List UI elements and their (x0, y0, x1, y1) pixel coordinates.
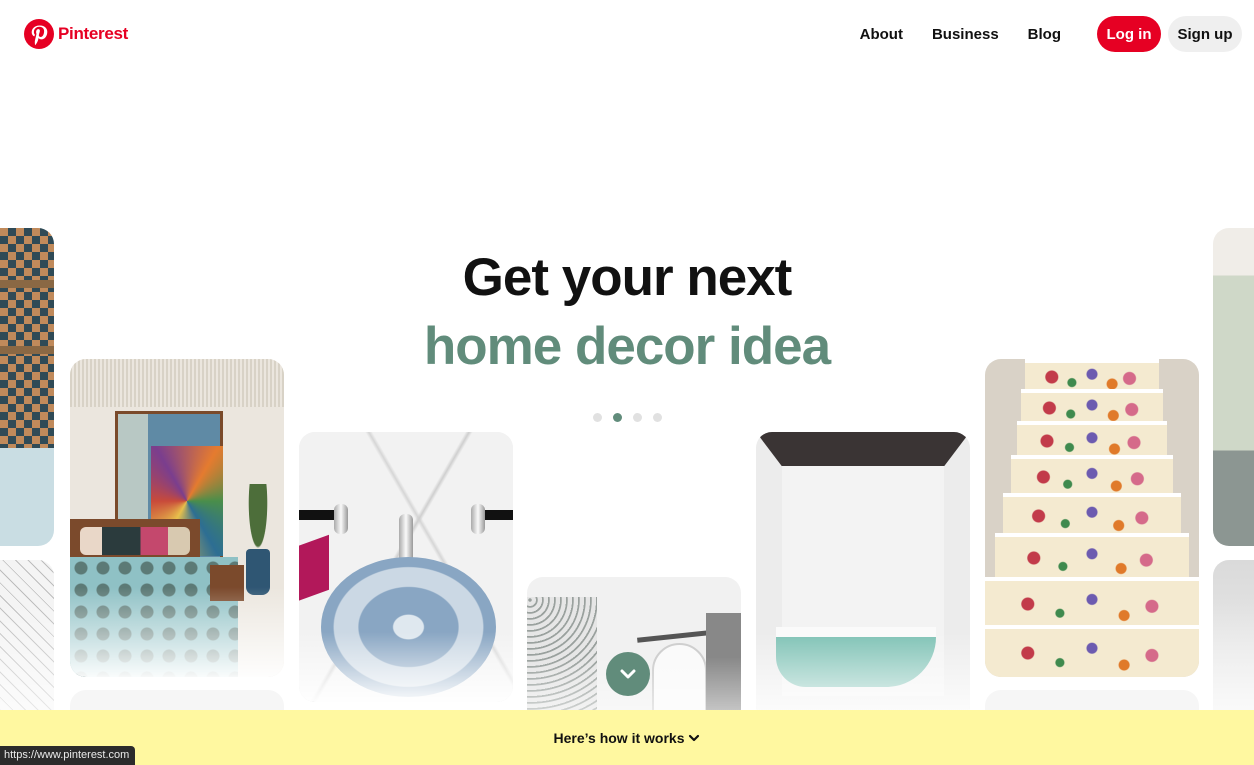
top-nav: About Business Blog Log in Sign up (860, 16, 1242, 52)
image-fade (756, 632, 970, 722)
image-detail (1021, 389, 1163, 423)
nav-about-link[interactable]: About (860, 26, 903, 43)
image-fade (299, 632, 513, 702)
status-url-tooltip: https://www.pinterest.com (0, 746, 136, 765)
logo-link[interactable]: Pinterest (24, 19, 128, 49)
image-detail (80, 527, 190, 555)
image-detail (299, 510, 339, 520)
image-detail (334, 504, 348, 534)
header: Pinterest About Business Blog Log in Sig… (0, 0, 1254, 70)
image-detail (756, 432, 970, 466)
hero-title: Get your next (462, 248, 793, 307)
image-detail (471, 504, 485, 534)
image-detail (1003, 493, 1181, 535)
pinterest-landing-page: Pinterest About Business Blog Log in Sig… (0, 0, 1254, 765)
pin-image[interactable] (985, 359, 1199, 677)
hero-subtitle: home decor idea (423, 317, 831, 376)
carousel-dot[interactable] (653, 413, 662, 422)
pinterest-logo-icon (24, 19, 54, 49)
pin-image[interactable] (299, 432, 513, 702)
carousel-dots (593, 413, 662, 422)
signup-button[interactable]: Sign up (1168, 16, 1242, 52)
login-button[interactable]: Log in (1097, 16, 1161, 52)
image-detail (995, 533, 1189, 579)
carousel-dot-active[interactable] (613, 413, 622, 422)
pin-image[interactable] (70, 359, 284, 677)
nav-blog-link[interactable]: Blog (1028, 26, 1061, 43)
scroll-down-button[interactable] (606, 652, 650, 696)
pin-image[interactable] (756, 432, 970, 722)
image-detail (985, 577, 1199, 627)
chevron-down-icon (689, 734, 700, 741)
how-it-works-text: Here’s how it works (553, 729, 685, 746)
image-detail (1011, 455, 1173, 495)
nav-business-link[interactable]: Business (932, 26, 999, 43)
carousel-dot[interactable] (633, 413, 642, 422)
logo-text: Pinterest (58, 24, 129, 43)
image-detail (985, 625, 1199, 677)
image-detail (1017, 421, 1167, 457)
how-it-works-band[interactable]: Here’s how it works (0, 710, 1254, 765)
image-fade (70, 587, 284, 677)
carousel-dot[interactable] (593, 413, 602, 422)
how-it-works-label: Here’s how it works (554, 730, 701, 746)
chevron-down-icon (620, 669, 636, 679)
